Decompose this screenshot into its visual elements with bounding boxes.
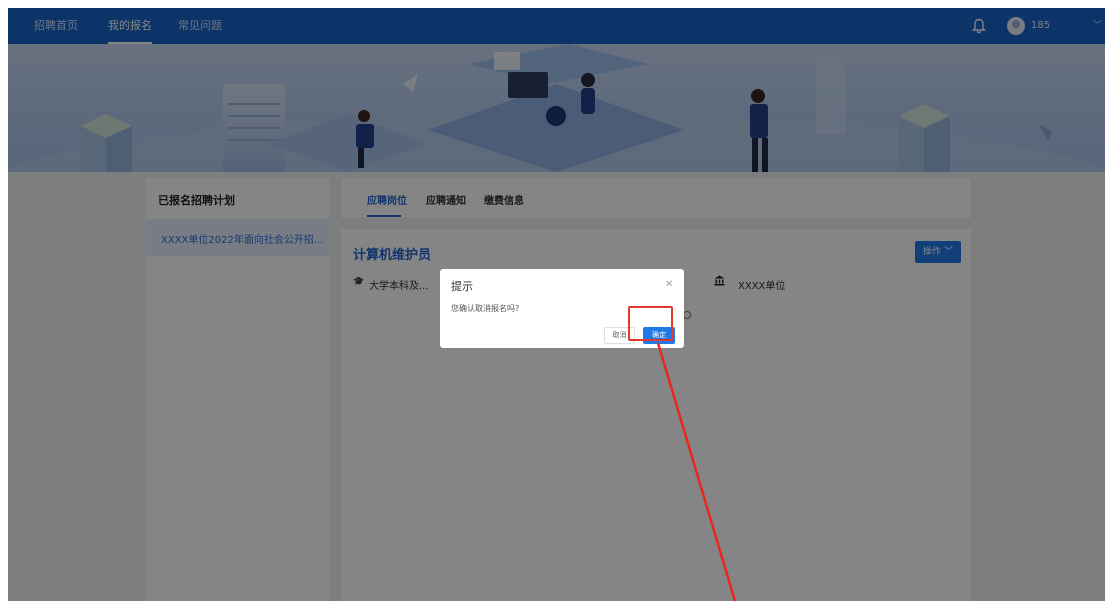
annotation-highlight-box xyxy=(628,306,673,341)
close-icon[interactable]: ✕ xyxy=(665,279,673,290)
dialog-title: 提示 xyxy=(451,280,473,293)
app-window: 招聘首页 我的报名 常见问题 185 ﹀ 已报名招聘计划 XXXX单位2022年… xyxy=(8,8,1105,601)
dialog-message: 您确认取消报名吗? xyxy=(451,304,520,313)
